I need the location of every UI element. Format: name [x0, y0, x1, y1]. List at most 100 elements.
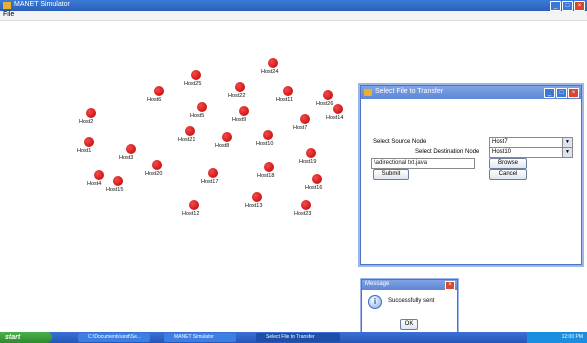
- taskbar-item[interactable]: C:\Documents\and\Se...: [78, 333, 150, 342]
- host-node[interactable]: Host26: [316, 90, 333, 107]
- node-dot-icon: [189, 200, 199, 210]
- host-label: Host25: [184, 81, 202, 87]
- host-label: Host3: [119, 155, 134, 161]
- node-dot-icon: [84, 137, 94, 147]
- host-node[interactable]: Host17: [201, 168, 218, 185]
- host-node[interactable]: Host4: [87, 170, 104, 187]
- host-label: Host14: [326, 115, 344, 121]
- node-dot-icon: [268, 58, 278, 68]
- node-dot-icon: [264, 162, 274, 172]
- taskbar-item[interactable]: Select File to Transfer: [256, 333, 340, 342]
- chevron-down-icon[interactable]: ▼: [562, 138, 572, 147]
- node-dot-icon: [208, 168, 218, 178]
- taskbar-item[interactable]: MANET Simulator: [164, 333, 236, 342]
- host-label: Host23: [294, 211, 312, 217]
- cancel-button[interactable]: Cancel: [489, 169, 527, 180]
- java-app-icon: [3, 2, 11, 9]
- submit-button[interactable]: Submit: [373, 169, 409, 180]
- source-node-value: Host7: [492, 139, 508, 145]
- file-transfer-dialog: Select File to Transfer _ □ × Select Sou…: [360, 85, 582, 265]
- host-label: Host10: [256, 141, 274, 147]
- host-label: Host11: [276, 97, 294, 103]
- minimize-icon[interactable]: _: [550, 1, 561, 11]
- browse-button[interactable]: Browse: [489, 158, 527, 169]
- host-node[interactable]: Host19: [299, 148, 316, 165]
- destination-node-value: Host10: [492, 149, 512, 155]
- node-dot-icon: [333, 104, 343, 114]
- node-dot-icon: [263, 130, 273, 140]
- node-dot-icon: [323, 90, 333, 100]
- host-node[interactable]: Host11: [276, 86, 293, 103]
- host-node[interactable]: Host6: [147, 86, 164, 103]
- host-node[interactable]: Host12: [182, 200, 199, 217]
- host-node[interactable]: Host16: [305, 174, 322, 191]
- clock: 12:00 PM: [561, 334, 583, 340]
- host-label: Host15: [106, 187, 124, 193]
- host-label: Host20: [145, 171, 163, 177]
- host-node[interactable]: Host24: [261, 58, 278, 75]
- host-label: Host1: [77, 148, 92, 154]
- host-label: Host8: [215, 143, 230, 149]
- message-title: Message: [365, 281, 390, 287]
- maximize-icon[interactable]: □: [562, 1, 573, 11]
- node-dot-icon: [301, 200, 311, 210]
- host-node[interactable]: Host10: [256, 130, 273, 147]
- ok-button[interactable]: OK: [400, 319, 418, 330]
- dialog-title: Select File to Transfer: [375, 88, 444, 95]
- chevron-down-icon[interactable]: ▼: [562, 148, 572, 157]
- menu-file[interactable]: File: [3, 11, 14, 18]
- host-node[interactable]: Host25: [184, 70, 201, 87]
- message-title-bar: Message ×: [362, 280, 457, 290]
- node-dot-icon: [300, 114, 310, 124]
- host-label: Host2: [79, 119, 94, 125]
- node-dot-icon: [306, 148, 316, 158]
- host-node[interactable]: Host5: [190, 102, 207, 119]
- close-icon[interactable]: ×: [445, 281, 455, 290]
- host-label: Host5: [190, 113, 205, 119]
- node-dot-icon: [239, 106, 249, 116]
- host-node[interactable]: Host21: [178, 126, 195, 143]
- node-dot-icon: [86, 108, 96, 118]
- host-node[interactable]: Host22: [228, 82, 245, 99]
- node-dot-icon: [235, 82, 245, 92]
- minimize-icon[interactable]: _: [544, 88, 555, 98]
- host-node[interactable]: Host13: [245, 192, 262, 209]
- message-text: Successfully sent: [388, 298, 435, 304]
- host-label: Host6: [147, 97, 162, 103]
- close-icon[interactable]: ×: [568, 88, 579, 98]
- host-node[interactable]: Host14: [326, 104, 343, 121]
- file-path-field[interactable]: \adirectional txt.java: [371, 158, 475, 169]
- node-dot-icon: [152, 160, 162, 170]
- host-node[interactable]: Host2: [79, 108, 96, 125]
- host-node[interactable]: Host8: [215, 132, 232, 149]
- host-node[interactable]: Host1: [77, 137, 94, 154]
- node-dot-icon: [283, 86, 293, 96]
- node-dot-icon: [312, 174, 322, 184]
- host-node[interactable]: Host20: [145, 160, 162, 177]
- maximize-icon[interactable]: □: [556, 88, 567, 98]
- host-node[interactable]: Host23: [294, 200, 311, 217]
- taskbar: start C:\Documents\and\Se... MANET Simul…: [0, 332, 587, 343]
- close-icon[interactable]: ×: [574, 1, 585, 11]
- source-node-label: Select Source Node: [373, 139, 427, 145]
- host-node[interactable]: Host9: [232, 106, 249, 123]
- node-dot-icon: [94, 170, 104, 180]
- node-dot-icon: [222, 132, 232, 142]
- java-app-icon: [364, 89, 372, 96]
- destination-node-select[interactable]: Host10 ▼: [489, 147, 573, 158]
- host-node[interactable]: Host3: [119, 144, 136, 161]
- host-node[interactable]: Host15: [106, 176, 123, 193]
- start-button[interactable]: start: [0, 332, 52, 343]
- dialog-title-bar: Select File to Transfer _ □ ×: [361, 86, 581, 99]
- node-dot-icon: [185, 126, 195, 136]
- host-label: Host7: [293, 125, 308, 131]
- host-label: Host18: [257, 173, 275, 179]
- host-label: Host9: [232, 117, 247, 123]
- host-label: Host13: [245, 203, 263, 209]
- node-dot-icon: [113, 176, 123, 186]
- host-node[interactable]: Host18: [257, 162, 274, 179]
- host-label: Host12: [182, 211, 200, 217]
- host-node[interactable]: Host7: [293, 114, 310, 131]
- destination-node-label: Select Destination Node: [415, 149, 480, 155]
- info-icon: i: [368, 295, 382, 309]
